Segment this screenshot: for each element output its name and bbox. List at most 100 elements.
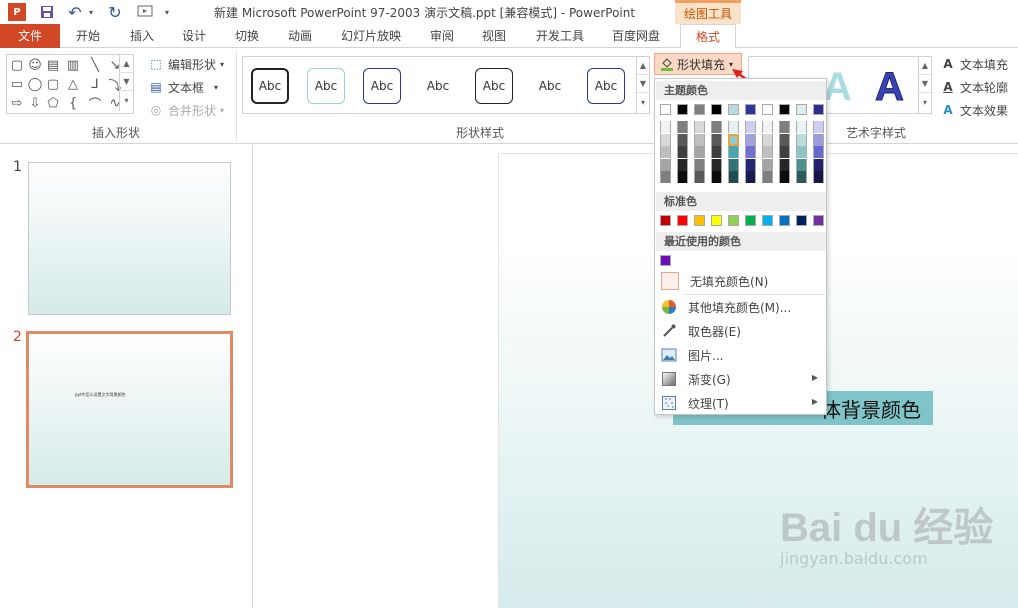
theme-color-swatch[interactable]	[694, 104, 705, 115]
eyedropper-item[interactable]: 取色器(E)	[656, 320, 826, 342]
standard-color-swatch[interactable]	[745, 215, 756, 226]
theme-shade-swatch[interactable]	[660, 158, 671, 171]
gallery-expand-icon[interactable]: ▾	[637, 93, 649, 111]
theme-shade-swatch[interactable]	[745, 133, 756, 146]
shapes-gallery[interactable]: ▢ ☺ ▤ ▥ ╲ ↘ ▭ ◯ ▢ △ ⅃ ⤵ ⇨ ⇩ ⬠ { ⌒ ∿ ▲ ▼ …	[6, 54, 134, 114]
theme-shade-swatch[interactable]	[745, 171, 756, 183]
styles-gallery-scroll[interactable]: ▲ ▼ ▾	[636, 56, 650, 114]
tab-home[interactable]: 开始	[66, 24, 110, 48]
theme-shade-swatch[interactable]	[694, 146, 705, 158]
scroll-up-icon[interactable]: ▲	[637, 57, 649, 75]
text-fill-button[interactable]: A 文本填充	[940, 54, 1008, 74]
undo-dropdown-icon[interactable]: ▾	[86, 3, 96, 21]
scroll-up-icon[interactable]: ▲	[919, 57, 931, 75]
theme-shade-swatch[interactable]	[796, 133, 807, 146]
theme-shade-swatch[interactable]	[711, 121, 722, 133]
theme-shade-swatch[interactable]	[796, 121, 807, 133]
slideshow-from-start-icon[interactable]	[136, 3, 154, 21]
rectangle-shape-icon[interactable]: ▭	[9, 76, 25, 92]
tab-developer[interactable]: 开发工具	[528, 24, 592, 48]
curve-shape-icon[interactable]: {	[65, 95, 81, 111]
standard-color-swatch[interactable]	[779, 215, 790, 226]
theme-shade-swatch[interactable]	[660, 146, 671, 158]
theme-shade-swatch[interactable]	[660, 121, 671, 133]
texture-item[interactable]: 纹理(T) ▶	[656, 392, 826, 414]
theme-shade-swatch[interactable]	[728, 121, 739, 133]
theme-shade-swatch[interactable]	[694, 171, 705, 183]
redo-icon[interactable]: ↻	[106, 3, 124, 22]
tab-format[interactable]: 格式	[680, 24, 736, 49]
standard-color-swatch[interactable]	[660, 215, 671, 226]
theme-shade-swatch[interactable]	[779, 158, 790, 171]
tab-file[interactable]: 文件	[0, 24, 60, 48]
slide-thumbnail-1[interactable]	[28, 162, 231, 315]
theme-shade-swatch[interactable]	[779, 146, 790, 158]
theme-shade-swatch[interactable]	[660, 133, 671, 146]
wordart-gallery-scroll[interactable]: ▲ ▼ ▾	[918, 56, 932, 114]
theme-shade-swatch[interactable]	[813, 146, 824, 158]
theme-shade-swatch[interactable]	[796, 171, 807, 183]
shape-style-sample[interactable]: Abc	[307, 68, 345, 104]
gallery-expand-icon[interactable]: ▾	[120, 91, 133, 109]
theme-shade-swatch[interactable]	[728, 171, 739, 183]
tab-review[interactable]: 审阅	[420, 24, 464, 48]
picture-fill-item[interactable]: 图片...	[656, 344, 826, 366]
tab-slideshow[interactable]: 幻灯片放映	[335, 24, 407, 48]
no-fill-item[interactable]: 无填充颜色(N)	[656, 270, 826, 292]
wordart-sample[interactable]: A	[875, 65, 905, 110]
theme-shade-swatch[interactable]	[813, 133, 824, 146]
scroll-up-icon[interactable]: ▲	[120, 55, 133, 73]
theme-shade-swatch[interactable]	[762, 133, 773, 146]
text-outline-button[interactable]: A 文本轮廓	[940, 77, 1008, 97]
right-arrow-shape-icon[interactable]: ⇨	[9, 95, 25, 111]
theme-shade-swatch[interactable]	[762, 158, 773, 171]
theme-shade-swatch[interactable]	[796, 146, 807, 158]
edit-shape-button[interactable]: ⬚ 编辑形状 ▾	[148, 54, 224, 74]
theme-shade-swatch[interactable]	[779, 171, 790, 183]
theme-shade-swatch[interactable]	[711, 133, 722, 146]
theme-color-swatch[interactable]	[677, 104, 688, 115]
shape-style-sample[interactable]: Abc	[475, 68, 513, 104]
standard-color-swatch[interactable]	[762, 215, 773, 226]
tab-design[interactable]: 设计	[172, 24, 216, 48]
tab-view[interactable]: 视图	[472, 24, 516, 48]
theme-shade-swatch[interactable]	[694, 133, 705, 146]
more-fill-colors-item[interactable]: 其他填充颜色(M)...	[656, 296, 826, 318]
theme-shade-swatch[interactable]	[813, 171, 824, 183]
text-box-button[interactable]: ▤ 文本框 ▾	[148, 77, 218, 97]
theme-shade-swatch[interactable]	[762, 171, 773, 183]
elbow-connector-icon[interactable]: ⅃	[87, 76, 103, 92]
tab-transitions[interactable]: 切换	[225, 24, 269, 48]
customize-qat-icon[interactable]: ▾	[162, 3, 172, 21]
textbox-shape-icon[interactable]: ▢	[9, 57, 25, 73]
scroll-down-icon[interactable]: ▼	[637, 75, 649, 93]
theme-shade-swatch[interactable]	[711, 146, 722, 158]
theme-shade-swatch[interactable]	[694, 121, 705, 133]
merge-shapes-button[interactable]: ◎ 合并形状 ▾	[148, 100, 224, 120]
theme-color-swatch[interactable]	[728, 104, 739, 115]
oval-shape-icon[interactable]: ◯	[27, 76, 43, 92]
scroll-down-icon[interactable]: ▼	[120, 73, 133, 91]
down-arrow-shape-icon[interactable]: ⇩	[27, 95, 43, 111]
standard-color-swatch[interactable]	[813, 215, 824, 226]
theme-color-swatch[interactable]	[711, 104, 722, 115]
theme-shade-swatch[interactable]	[677, 146, 688, 158]
theme-shade-swatch[interactable]	[813, 158, 824, 171]
wordart-sample[interactable]: A	[823, 65, 852, 110]
standard-color-swatch[interactable]	[728, 215, 739, 226]
rounded-rectangle-icon[interactable]: ▢	[45, 76, 61, 92]
theme-shade-swatch[interactable]	[728, 158, 739, 171]
theme-color-swatch[interactable]	[796, 104, 807, 115]
theme-shade-swatch[interactable]	[728, 146, 739, 158]
shape-style-sample[interactable]: Abc	[531, 68, 569, 104]
freeform-shape-icon[interactable]: ⬠	[45, 95, 61, 111]
theme-shade-swatch[interactable]	[745, 121, 756, 133]
theme-shade-swatch[interactable]	[711, 171, 722, 183]
shapes-gallery-scroll[interactable]: ▲ ▼ ▾	[119, 55, 133, 111]
theme-color-swatch[interactable]	[762, 104, 773, 115]
scroll-down-icon[interactable]: ▼	[919, 75, 931, 93]
undo-icon[interactable]: ↶	[66, 3, 84, 22]
theme-shade-swatch[interactable]	[745, 146, 756, 158]
recent-color-swatch[interactable]	[660, 255, 671, 266]
shape-style-sample[interactable]: Abc	[587, 68, 625, 104]
